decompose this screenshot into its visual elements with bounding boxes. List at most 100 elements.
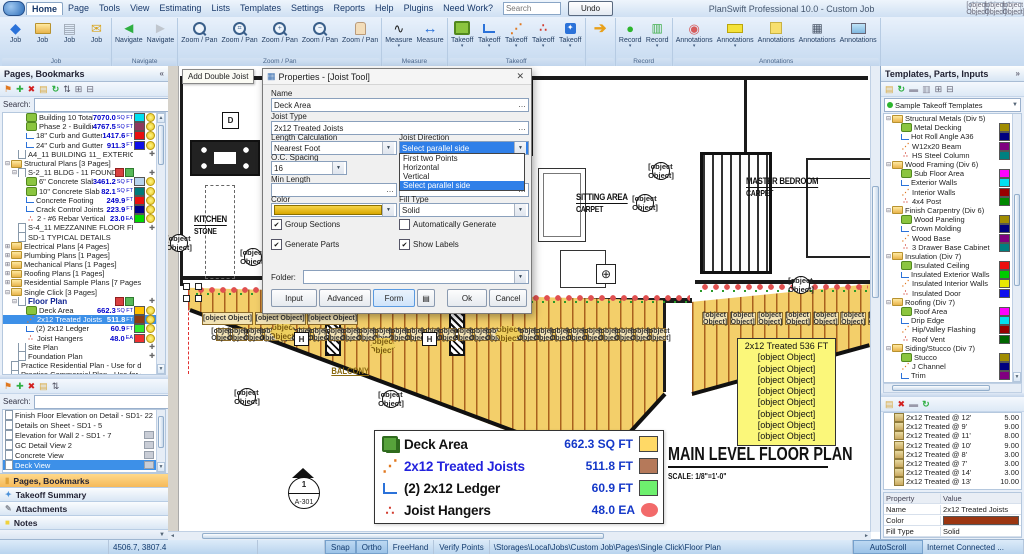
item-color-swatch[interactable] bbox=[134, 122, 145, 131]
item-color-swatch[interactable] bbox=[999, 325, 1010, 334]
toolbar-icon[interactable] bbox=[922, 400, 930, 409]
ribbon-button[interactable]: Takeoff ▾ bbox=[557, 18, 584, 57]
part-item[interactable]: 2x12 Treated @ 11' 8.00 bbox=[884, 431, 1021, 440]
template-item[interactable]: Insulated Exterior Walls bbox=[884, 270, 1012, 279]
ribbon-button[interactable]: Navigate bbox=[113, 18, 145, 57]
template-item[interactable]: ⊟ Roofing (Div 7) bbox=[884, 298, 1012, 307]
expand-toggle-icon[interactable]: ⊟ bbox=[885, 299, 892, 306]
selection-handle[interactable] bbox=[195, 295, 202, 302]
visibility-bulb-icon[interactable] bbox=[146, 141, 155, 150]
pages-tree-scrollbar[interactable]: ▲ ▼ bbox=[156, 113, 165, 374]
toolbar-icon[interactable] bbox=[39, 85, 48, 94]
expand-toggle-icon[interactable]: ⊞ bbox=[4, 243, 11, 250]
toolbar-icon[interactable] bbox=[935, 85, 943, 94]
advanced-button[interactable]: Advanced bbox=[319, 289, 371, 307]
menu-tab[interactable]: Lists bbox=[206, 2, 235, 15]
item-color-swatch[interactable] bbox=[134, 187, 145, 196]
tree-item[interactable]: Practice Residential Plan - Use for demo… bbox=[3, 361, 156, 370]
template-item[interactable]: Roof Vent bbox=[884, 335, 1012, 344]
tree-item[interactable]: ⊟ Floor Plan ✚ bbox=[3, 297, 156, 306]
menu-tab[interactable]: Estimating bbox=[154, 2, 206, 15]
checkbox-box-icon[interactable] bbox=[399, 219, 410, 230]
expand-toggle-icon[interactable]: ⊞ bbox=[4, 270, 11, 277]
tree-item[interactable]: ⊞ Mechanical Plans [1 Pages] ✚ bbox=[3, 260, 156, 269]
ribbon-button[interactable] bbox=[587, 18, 614, 57]
ribbon-button[interactable]: Zoom / Pan bbox=[260, 18, 300, 57]
property-row[interactable]: Name 2x12 Treated Joists bbox=[884, 504, 1021, 515]
toolbar-icon[interactable] bbox=[4, 85, 12, 94]
item-color-swatch[interactable] bbox=[999, 123, 1010, 132]
accordion-item[interactable]: Notes bbox=[0, 516, 168, 530]
item-color-swatch[interactable] bbox=[999, 224, 1010, 233]
property-row[interactable]: Color bbox=[884, 515, 1021, 526]
visibility-bulb-icon[interactable] bbox=[146, 122, 155, 131]
toolbar-icon[interactable] bbox=[885, 85, 894, 94]
status-toggle[interactable]: Ortho bbox=[356, 540, 388, 554]
joist-count-annotation[interactable]: 2x12 Treated 536 FT [object Object][obje… bbox=[737, 338, 836, 446]
item-color-swatch[interactable] bbox=[999, 142, 1010, 151]
accordion-item[interactable]: Attachments bbox=[0, 502, 168, 516]
tree-item[interactable]: ⊞ Roofing Plans [1 Pages] ✚ bbox=[3, 269, 156, 278]
toolbar-icon[interactable] bbox=[16, 85, 24, 94]
template-item[interactable]: W12x20 Beam bbox=[884, 142, 1012, 151]
collapse-panel-icon[interactable]: » bbox=[1016, 69, 1020, 78]
property-row[interactable]: Fill Type Solid bbox=[884, 526, 1021, 537]
item-color-swatch[interactable] bbox=[134, 131, 145, 140]
visibility-bulb-icon[interactable] bbox=[146, 214, 155, 223]
add-double-joist-button[interactable]: Add Double Joist bbox=[182, 69, 254, 84]
scrollbar-thumb[interactable] bbox=[202, 533, 604, 539]
tree-item[interactable]: 10" Concrete Slab 82.1 SQ FT ✚ bbox=[3, 187, 156, 196]
expand-toggle-icon[interactable]: ⊞ bbox=[4, 252, 11, 259]
view-item[interactable]: Deck View bbox=[3, 460, 156, 470]
tree-item[interactable]: Joist Hangers 48.0 EA ✚ bbox=[3, 334, 156, 343]
item-color-swatch[interactable] bbox=[134, 113, 145, 122]
scroll-down-icon[interactable]: ▼ bbox=[1013, 372, 1021, 382]
window-control-button[interactable]: [object Object] bbox=[988, 2, 1003, 15]
expand-toggle-icon[interactable]: ⊟ bbox=[885, 115, 892, 122]
toolbar-icon[interactable] bbox=[4, 382, 12, 391]
toolbar-icon[interactable] bbox=[885, 400, 894, 409]
autoscroll-toggle[interactable]: AutoScroll bbox=[853, 540, 923, 554]
ribbon-button[interactable]: Record ▾ bbox=[644, 18, 671, 57]
ribbon-button[interactable]: Navigate bbox=[145, 18, 177, 57]
checkbox[interactable]: Show Labels bbox=[399, 239, 523, 250]
item-color-swatch[interactable] bbox=[134, 324, 145, 333]
ribbon-button[interactable]: Annotations bbox=[797, 18, 838, 57]
footer-dropdown-icon[interactable]: ▼ bbox=[159, 532, 165, 538]
fill-type-dropdown[interactable]: Solid ▼ bbox=[399, 203, 529, 217]
ribbon-button[interactable]: Measure ▾ bbox=[383, 18, 414, 57]
part-item[interactable]: 2x12 Treated @ 8' 3.00 bbox=[884, 450, 1021, 459]
ribbon-button[interactable]: Annotations ▾ bbox=[715, 18, 756, 57]
tree-item[interactable]: SD-1 TYPICAL DETAILS ✚ bbox=[3, 232, 156, 241]
toolbar-icon[interactable] bbox=[63, 85, 71, 94]
template-item[interactable]: Wood Base bbox=[884, 233, 1012, 242]
joist-tag[interactable]: [object Object] bbox=[840, 312, 866, 325]
ribbon-button[interactable]: Measure bbox=[414, 18, 445, 57]
expand-toggle-icon[interactable]: ⊟ bbox=[885, 345, 892, 352]
toolbar-icon[interactable] bbox=[898, 400, 906, 409]
input-button[interactable]: Input bbox=[271, 289, 317, 307]
view-item[interactable]: Finish Floor Elevation on Detail - SD1- … bbox=[3, 410, 156, 420]
toolbar-icon[interactable] bbox=[75, 85, 83, 94]
dropdown-option[interactable]: Select parallel side bbox=[400, 181, 524, 190]
visibility-bulb-icon[interactable] bbox=[146, 187, 155, 196]
template-item[interactable]: Hip/Valley Flashing bbox=[884, 325, 1012, 334]
item-color-swatch[interactable] bbox=[999, 371, 1010, 380]
expand-toggle-icon[interactable]: ⊟ bbox=[885, 161, 892, 168]
ribbon-button[interactable]: Record ▾ bbox=[617, 18, 644, 57]
window-control-button[interactable]: [object Object] bbox=[1006, 2, 1021, 15]
app-logo-icon[interactable] bbox=[3, 1, 25, 16]
tree-item[interactable]: Practice Commercial Plan - Use for demo … bbox=[3, 370, 156, 375]
scroll-up-icon[interactable]: ▲ bbox=[157, 113, 165, 123]
status-toggle[interactable]: Snap bbox=[325, 540, 356, 554]
toolbar-icon[interactable] bbox=[909, 400, 918, 409]
expand-toggle-icon[interactable]: ⊟ bbox=[11, 169, 18, 176]
item-color-swatch[interactable] bbox=[999, 178, 1010, 187]
template-item[interactable]: Insulated Interior Walls bbox=[884, 279, 1012, 288]
menu-tab[interactable]: Tools bbox=[94, 2, 125, 15]
scroll-right-icon[interactable]: ► bbox=[862, 532, 871, 540]
visibility-bulb-icon[interactable] bbox=[146, 205, 155, 214]
oc-spacing-dropdown[interactable]: 16 ▼ bbox=[271, 161, 347, 175]
form-button[interactable]: Form bbox=[373, 289, 415, 307]
view-item[interactable]: Concrete View bbox=[3, 450, 156, 460]
